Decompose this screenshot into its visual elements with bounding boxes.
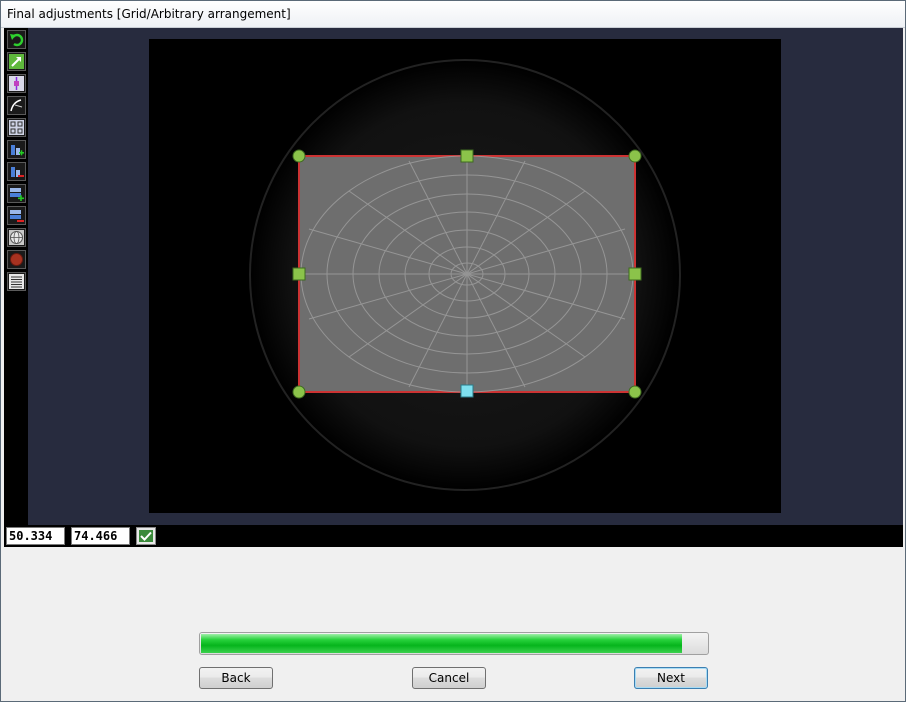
wizard-window: Final adjustments [Grid/Arbitrary arrang… xyxy=(0,0,906,702)
remove-column-tool-button[interactable] xyxy=(7,162,26,181)
y-coordinate-field[interactable]: 74.466 xyxy=(71,527,130,545)
x-coordinate-field[interactable]: 50.334 xyxy=(6,527,65,545)
undo-tool-button[interactable] xyxy=(7,30,26,49)
window-title: Final adjustments [Grid/Arbitrary arrang… xyxy=(7,7,291,21)
corner-handle-bottom-right[interactable] xyxy=(628,385,642,399)
title-bar[interactable]: Final adjustments [Grid/Arbitrary arrang… xyxy=(1,1,905,28)
apply-coordinates-button[interactable] xyxy=(136,527,156,545)
pointer-arrow-icon xyxy=(9,54,24,69)
globe-icon xyxy=(9,230,24,245)
workspace xyxy=(4,28,903,525)
globe-tool-button[interactable] xyxy=(7,228,26,247)
corner-handle-top-left[interactable] xyxy=(292,149,306,163)
grid-points-icon xyxy=(9,120,24,135)
undo-icon xyxy=(10,33,24,47)
back-button[interactable]: Back xyxy=(199,667,273,689)
grid-points-tool-button[interactable] xyxy=(7,118,26,137)
list-lines-icon xyxy=(9,274,24,289)
progress-fill xyxy=(201,634,682,653)
add-row-tool-button[interactable] xyxy=(7,184,26,203)
edge-handle-bottom-active[interactable] xyxy=(460,384,474,398)
next-button[interactable]: Next xyxy=(634,667,708,689)
wizard-progress-bar xyxy=(199,632,709,655)
edge-handle-top[interactable] xyxy=(460,149,474,163)
corner-handle-bottom-left[interactable] xyxy=(292,385,306,399)
add-column-icon xyxy=(11,145,24,156)
list-tool-button[interactable] xyxy=(7,272,26,291)
add-row-icon xyxy=(10,188,24,201)
curve-handle-icon xyxy=(10,99,23,112)
edge-handle-right[interactable] xyxy=(628,267,642,281)
add-column-tool-button[interactable] xyxy=(7,140,26,159)
move-point-tool-button[interactable] xyxy=(7,74,26,93)
coordinate-bar: 50.334 74.466 xyxy=(4,525,903,547)
record-tool-button[interactable] xyxy=(7,250,26,269)
remove-column-icon xyxy=(11,167,24,177)
curve-tool-button[interactable] xyxy=(7,96,26,115)
remove-row-icon xyxy=(10,210,24,222)
projection-preview xyxy=(249,59,681,491)
cancel-button[interactable]: Cancel xyxy=(412,667,486,689)
record-dot-icon xyxy=(10,253,23,266)
pointer-tool-button[interactable] xyxy=(7,52,26,71)
tool-palette xyxy=(4,28,28,525)
remove-row-tool-button[interactable] xyxy=(7,206,26,225)
checkmark-icon xyxy=(139,530,153,542)
move-point-icon xyxy=(9,76,24,91)
edge-handle-left[interactable] xyxy=(292,267,306,281)
projection-canvas[interactable] xyxy=(149,39,781,513)
corner-handle-top-right[interactable] xyxy=(628,149,642,163)
